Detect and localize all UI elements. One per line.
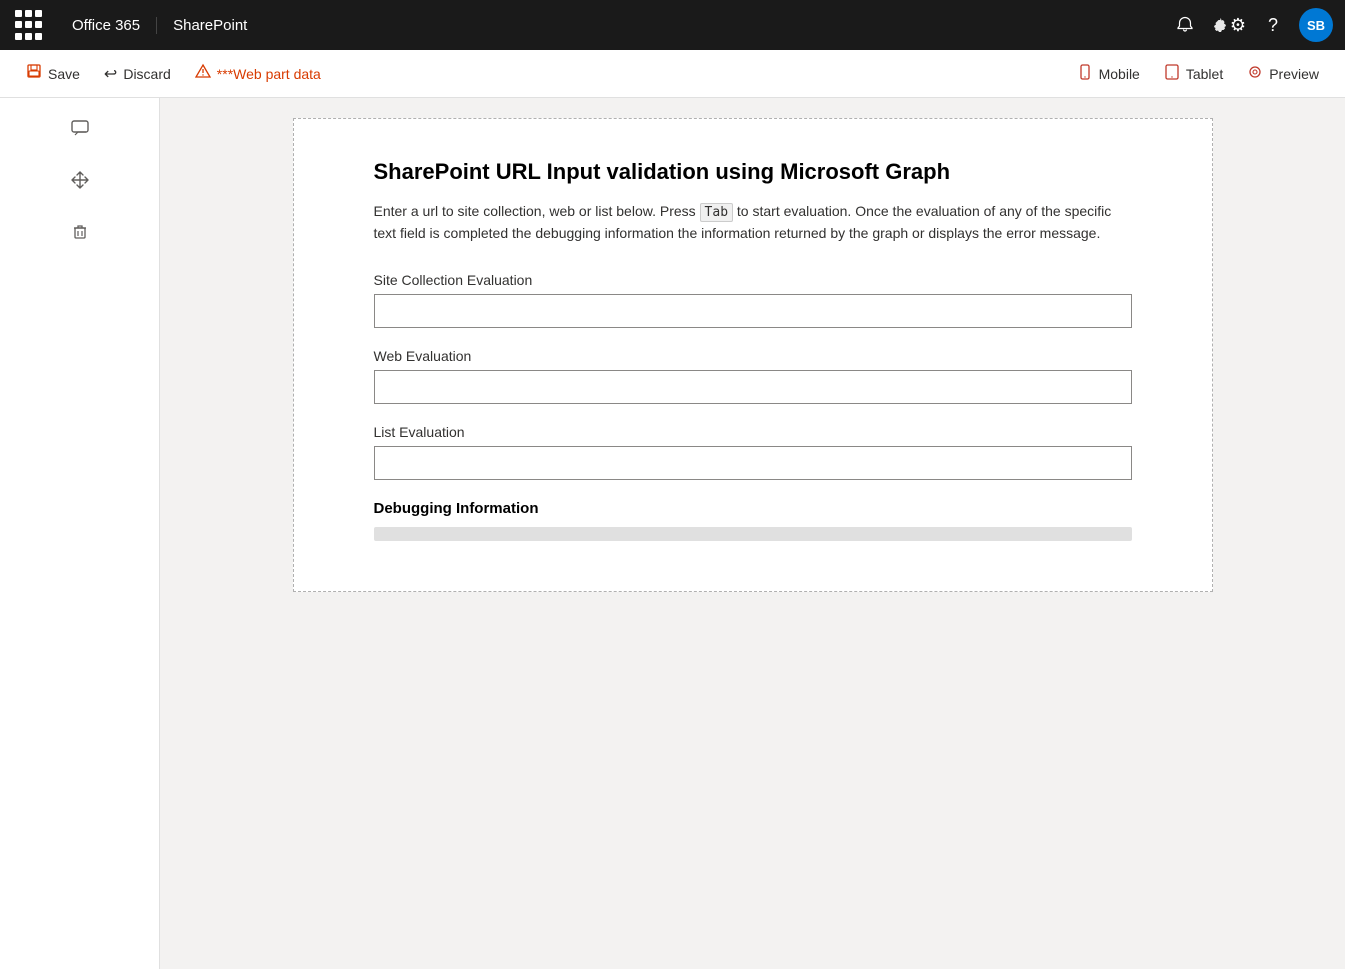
webpart-description: Enter a url to site collection, web or l… (374, 201, 1132, 244)
preview-button[interactable]: Preview (1237, 58, 1329, 89)
web-evaluation-label: Web Evaluation (374, 348, 1132, 364)
web-evaluation-field-group: Web Evaluation (374, 348, 1132, 424)
discard-icon: ↩ (104, 64, 117, 84)
list-evaluation-label: List Evaluation (374, 424, 1132, 440)
site-collection-label: Site Collection Evaluation (374, 272, 1132, 288)
top-navigation: Office 365 SharePoint ⚙ ? SB (0, 0, 1345, 50)
user-avatar[interactable]: SB (1299, 8, 1333, 42)
settings-icon[interactable]: ⚙ (1211, 7, 1247, 43)
preview-label: Preview (1269, 66, 1319, 82)
webpart-data-button[interactable]: ***Web part data (185, 57, 331, 90)
mobile-button[interactable]: Mobile (1067, 58, 1150, 89)
webpart-title: SharePoint URL Input validation using Mi… (374, 159, 1132, 185)
webpart-label: ***Web part data (217, 66, 321, 82)
preview-icon (1247, 64, 1263, 83)
help-icon[interactable]: ? (1255, 7, 1291, 43)
discard-button[interactable]: ↩ Discard (94, 58, 181, 90)
toolbar: Save ↩ Discard ***Web part data Mobile T… (0, 50, 1345, 98)
comment-icon-btn[interactable] (62, 110, 98, 146)
mobile-icon (1077, 64, 1093, 83)
app-sub-label: SharePoint (157, 17, 263, 34)
mobile-label: Mobile (1099, 66, 1140, 82)
waffle-menu[interactable] (12, 9, 44, 41)
list-evaluation-input[interactable] (374, 446, 1132, 480)
site-collection-input[interactable] (374, 294, 1132, 328)
debug-bar (374, 527, 1132, 541)
webpart-container: SharePoint URL Input validation using Mi… (293, 118, 1213, 592)
tab-key-hint: Tab (700, 203, 733, 222)
site-collection-field-group: Site Collection Evaluation (374, 272, 1132, 348)
delete-icon-btn[interactable] (62, 214, 98, 250)
web-evaluation-input[interactable] (374, 370, 1132, 404)
main-content: SharePoint URL Input validation using Mi… (0, 98, 1345, 969)
tablet-label: Tablet (1186, 66, 1223, 82)
app-name-label: Office 365 (56, 17, 157, 34)
tablet-icon (1164, 64, 1180, 83)
notifications-icon[interactable] (1167, 7, 1203, 43)
page-area: SharePoint URL Input validation using Mi… (160, 98, 1345, 969)
debug-title: Debugging Information (374, 500, 1132, 517)
save-icon (26, 63, 42, 84)
view-controls: Mobile Tablet Preview (1067, 58, 1329, 89)
save-button[interactable]: Save (16, 57, 90, 90)
tablet-button[interactable]: Tablet (1154, 58, 1233, 89)
nav-icons-group: ⚙ ? SB (1167, 7, 1333, 43)
save-label: Save (48, 66, 80, 82)
warning-icon (195, 63, 211, 84)
left-sidebar (0, 98, 160, 969)
discard-label: Discard (123, 66, 170, 82)
move-icon-btn[interactable] (62, 162, 98, 198)
list-evaluation-field-group: List Evaluation (374, 424, 1132, 500)
